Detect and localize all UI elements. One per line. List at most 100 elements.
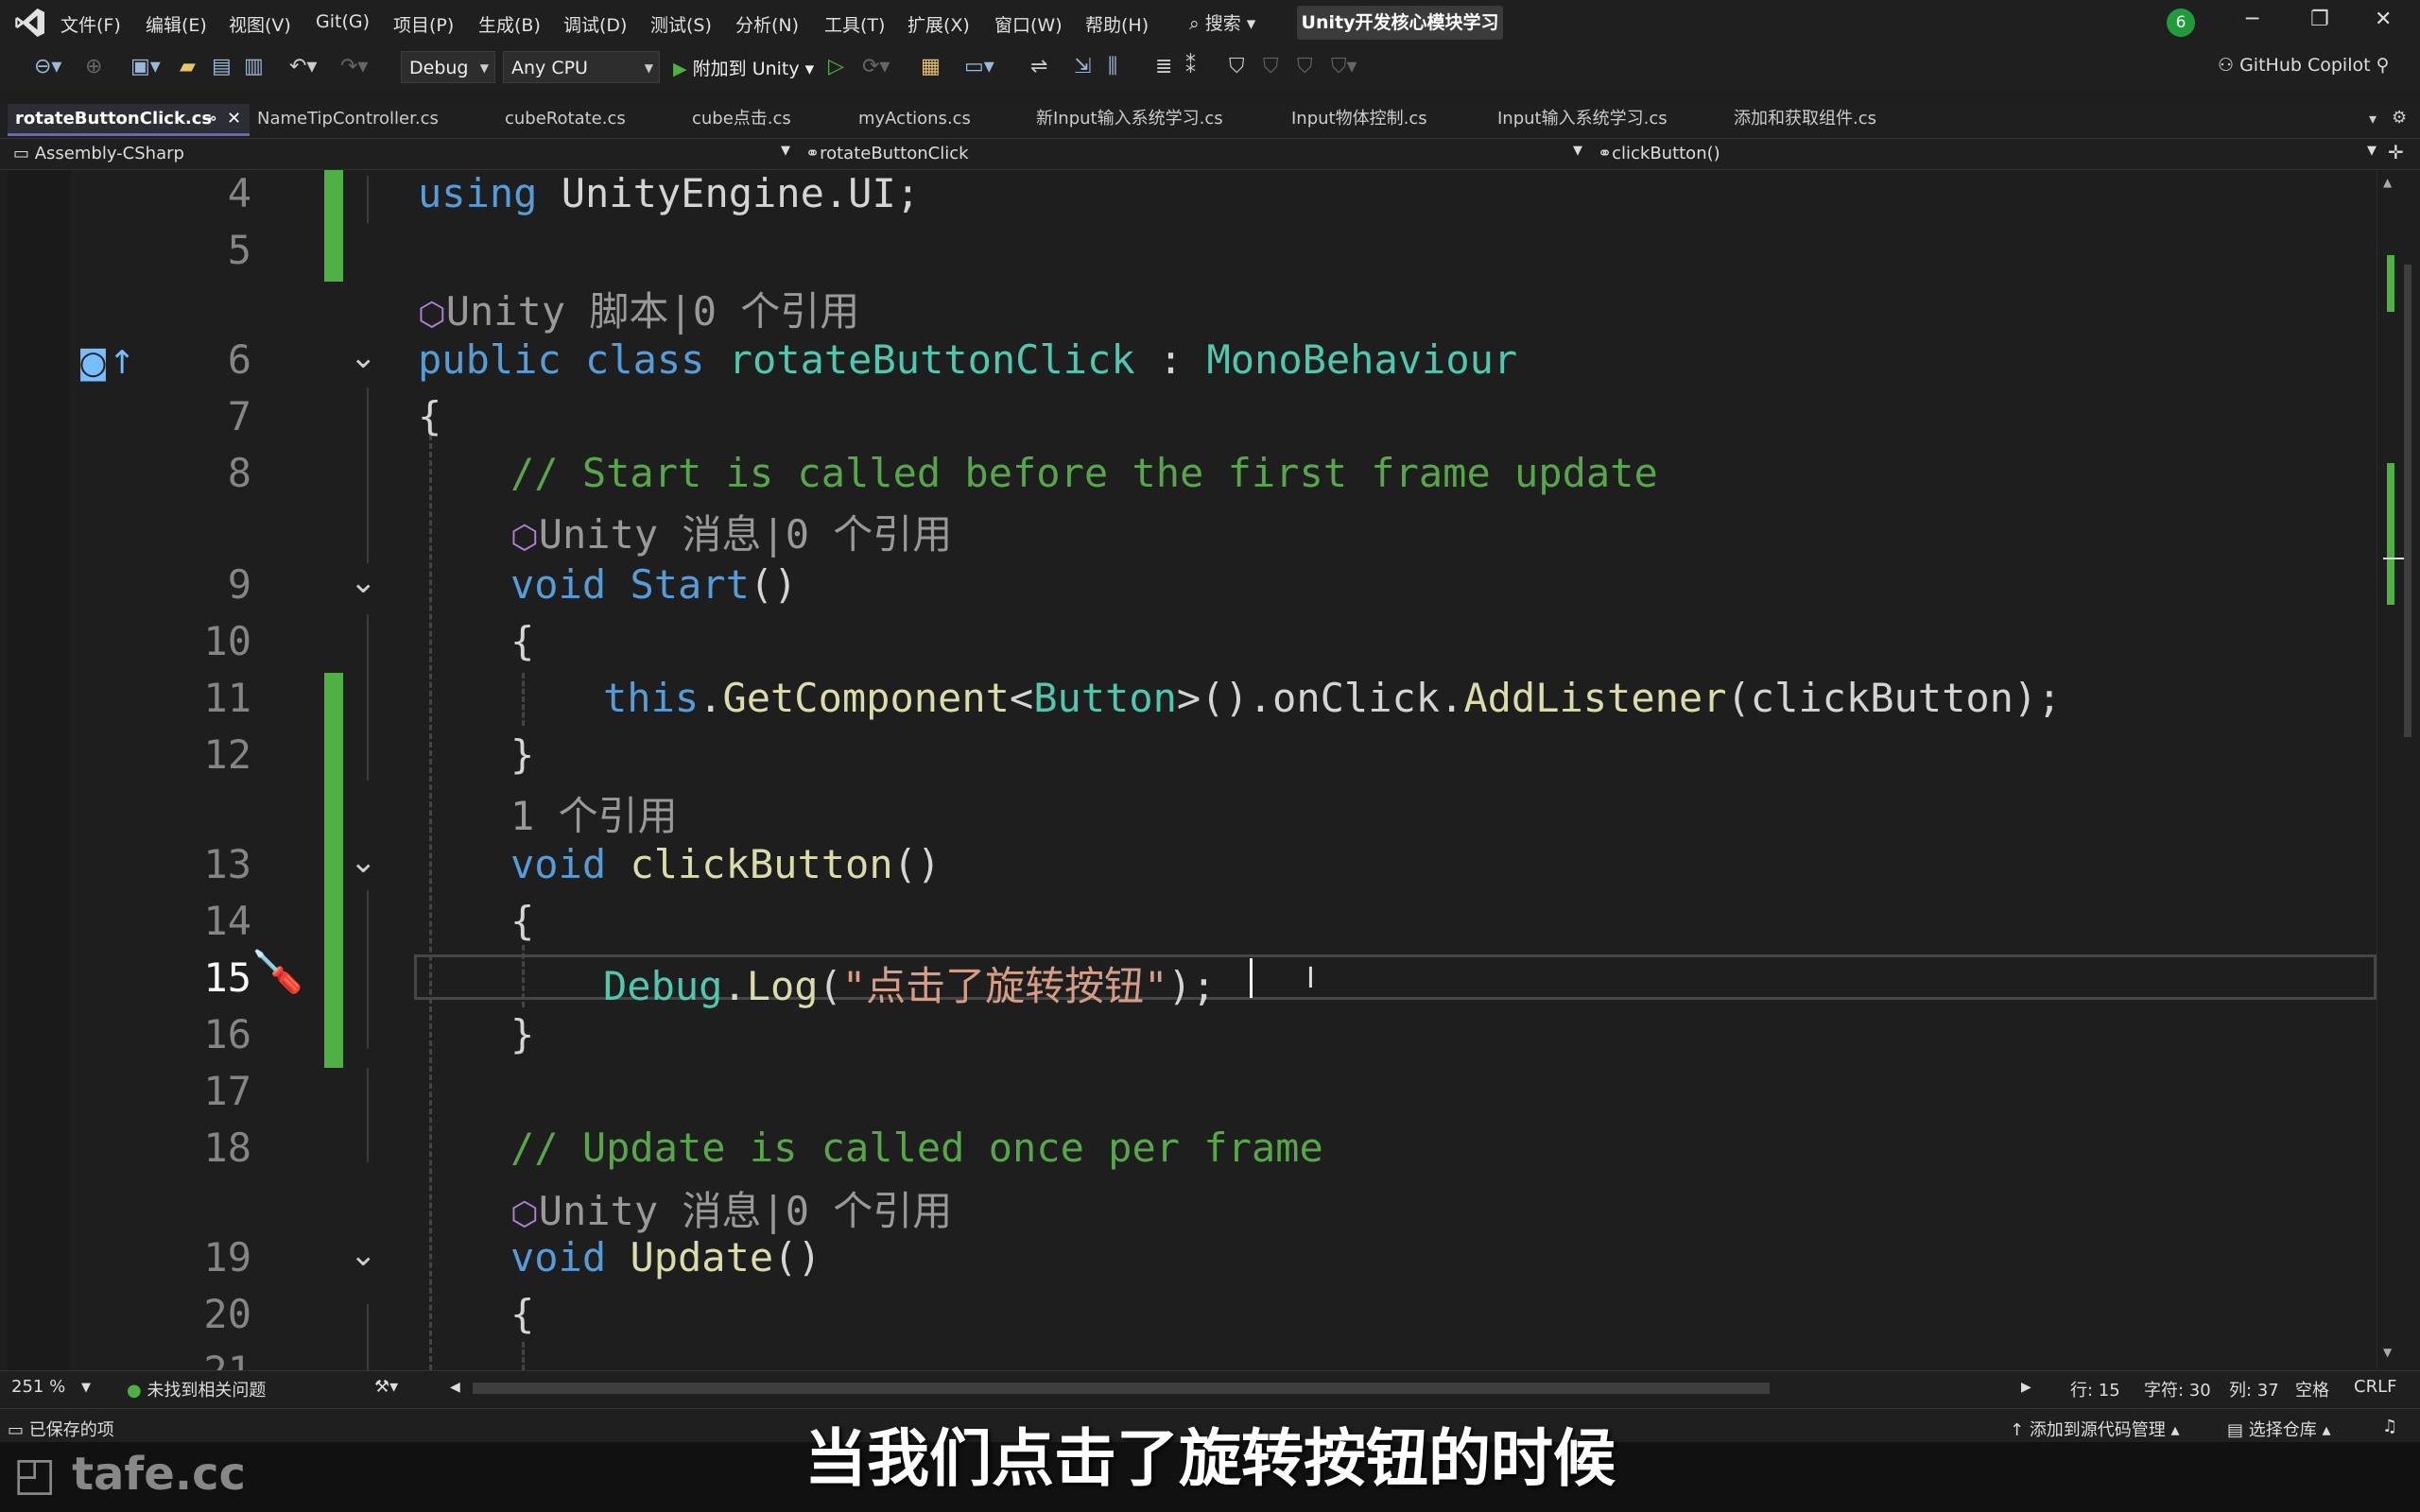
menu-debug[interactable]: 调试(D) bbox=[563, 11, 627, 37]
bookmark-prev-icon[interactable]: ⛉ bbox=[1263, 55, 1279, 78]
indent-icon[interactable]: ≣ bbox=[1155, 55, 1172, 78]
tab-cuberotate[interactable]: cubeRotate.cs bbox=[497, 104, 683, 136]
line-number: 14 bbox=[203, 898, 251, 944]
watermark-logo-icon: ◰ bbox=[13, 1448, 73, 1501]
menu-extensions[interactable]: 扩展(X) bbox=[908, 11, 970, 37]
quick-actions-icon[interactable]: 🪛 bbox=[251, 947, 303, 996]
collapse-chevron-icon[interactable]: ⌄ bbox=[350, 338, 377, 376]
close-window-icon[interactable]: ✕ bbox=[2375, 8, 2392, 31]
navigation-bar: ▭ Assembly-CSharp ▼ ⚭rotateButtonClick ▼… bbox=[0, 138, 2420, 170]
github-copilot-button[interactable]: ⚇ GitHub Copilot ⚲ bbox=[2218, 55, 2390, 76]
compare-icon[interactable]: ⇌ bbox=[1030, 55, 1047, 78]
menu-window[interactable]: 窗口(W) bbox=[994, 11, 1063, 37]
tab-list-icon[interactable]: ▾ bbox=[2369, 110, 2377, 128]
codelens-unity-script[interactable]: ⬡Unity 脚本|0 个引用 bbox=[418, 280, 859, 337]
settings-icon[interactable]: ⚙ bbox=[2392, 108, 2407, 128]
line-indicator[interactable]: 行: 15 bbox=[2070, 1377, 2120, 1401]
horizontal-scroll-thumb[interactable] bbox=[473, 1383, 1770, 1394]
implements-icon[interactable]: ◙↑ bbox=[78, 344, 135, 382]
bookmark-icon[interactable]: ⛉ bbox=[1229, 55, 1245, 78]
issues-indicator[interactable]: ● 未找到相关问题 bbox=[127, 1377, 266, 1401]
tab-input-system[interactable]: Input输入系统学习.cs bbox=[1490, 104, 1726, 136]
member-dropdown[interactable]: ⚭clickButton() bbox=[1598, 144, 1720, 163]
tab-rotatebuttonclick[interactable]: rotateButtonClick.cs ⊸ ✕ bbox=[8, 104, 250, 136]
search-box[interactable]: ⌕ 搜索 ▾ bbox=[1189, 9, 1255, 35]
menu-build[interactable]: 生成(B) bbox=[478, 11, 541, 37]
pin-icon[interactable]: ⊸ bbox=[202, 104, 216, 134]
start-without-debug-icon[interactable]: ▷ bbox=[828, 55, 844, 78]
bookmark-clear-icon[interactable]: ⛉▾ bbox=[1331, 55, 1357, 78]
tab-input-object-control[interactable]: Input物体控制.cs bbox=[1284, 104, 1490, 136]
code-line-11: this.GetComponent<Button>().onClick.AddL… bbox=[603, 675, 2062, 721]
codelens-unity-message[interactable]: ⬡Unity 消息|0 个引用 bbox=[510, 503, 952, 560]
tab-nametipcontroller[interactable]: NameTipController.cs bbox=[250, 104, 495, 136]
code-cleanup-icon[interactable]: ⚒▾ bbox=[374, 1377, 398, 1397]
restore-icon[interactable]: ❐ bbox=[2310, 8, 2329, 31]
config-dropdown[interactable]: Debug ▼ bbox=[401, 51, 495, 83]
tab-myactions[interactable]: myActions.cs bbox=[851, 104, 1027, 136]
undo-icon[interactable]: ↶▾ bbox=[289, 55, 317, 78]
chevron-down-icon: ▼ bbox=[644, 61, 653, 75]
code-line-4: using UnityEngine.UI; bbox=[418, 170, 921, 216]
menu-help[interactable]: 帮助(H) bbox=[1085, 11, 1149, 37]
bookmark-next-icon[interactable]: ⛉ bbox=[1297, 55, 1313, 78]
line-number: 8 bbox=[227, 450, 251, 496]
save-all-icon[interactable]: ▥ bbox=[244, 55, 264, 78]
solution-explorer-icon[interactable]: ▦ bbox=[921, 55, 941, 78]
tab-cube-click[interactable]: cube点击.cs bbox=[684, 104, 853, 136]
col-indicator[interactable]: 列: 37 bbox=[2229, 1377, 2279, 1401]
zoom-level[interactable]: 251 % bbox=[11, 1377, 65, 1397]
vertical-scrollbar[interactable]: ▲ ▼ bbox=[2377, 170, 2420, 1370]
save-icon[interactable]: ▤ bbox=[212, 55, 232, 78]
menu-edit[interactable]: 编辑(E) bbox=[146, 11, 207, 37]
menu-view[interactable]: 视图(V) bbox=[229, 11, 291, 37]
tab-add-get-component[interactable]: 添加和获取组件.cs bbox=[1726, 104, 1932, 136]
watermark: ◰ tafe.cc bbox=[13, 1448, 246, 1501]
forward-icon[interactable]: ⊕ bbox=[85, 55, 102, 78]
char-indicator[interactable]: 字符: 30 bbox=[2144, 1377, 2211, 1401]
collapse-chevron-icon[interactable]: ⌄ bbox=[350, 843, 377, 881]
collapse-chevron-icon[interactable]: ⌄ bbox=[350, 563, 377, 601]
step-icon[interactable]: ⇲ bbox=[1074, 55, 1091, 78]
tab-new-input-system[interactable]: 新Input输入系统学习.cs bbox=[1028, 104, 1284, 136]
hot-reload-icon[interactable]: ⟳▾ bbox=[862, 55, 890, 78]
chevron-down-icon[interactable]: ▼ bbox=[781, 144, 790, 158]
notification-badge[interactable]: 6 bbox=[2167, 9, 2195, 37]
codelens-unity-message[interactable]: ⬡Unity 消息|0 个引用 bbox=[510, 1179, 952, 1237]
codelens-references[interactable]: 1 个引用 bbox=[510, 784, 678, 842]
platform-dropdown[interactable]: Any CPU ▼ bbox=[503, 51, 660, 83]
chevron-down-icon[interactable]: ▼ bbox=[2367, 144, 2377, 158]
open-folder-icon[interactable]: ▰ bbox=[180, 55, 196, 78]
comment-icon[interactable]: ⁑ bbox=[1185, 55, 1196, 78]
redo-icon[interactable]: ↷▾ bbox=[340, 55, 368, 78]
close-icon[interactable]: ✕ bbox=[227, 104, 241, 134]
back-icon[interactable]: ⊖▾ bbox=[34, 55, 61, 78]
class-dropdown[interactable]: ⚭rotateButtonClick bbox=[805, 144, 969, 163]
menu-file[interactable]: 文件(F) bbox=[60, 11, 121, 37]
scroll-left-icon[interactable]: ◀ bbox=[450, 1380, 460, 1395]
collapse-chevron-icon[interactable]: ⌄ bbox=[350, 1236, 377, 1274]
split-icon[interactable]: ✛ bbox=[2388, 141, 2404, 163]
scroll-right-icon[interactable]: ▶ bbox=[2021, 1380, 2031, 1395]
scroll-thumb[interactable] bbox=[2404, 265, 2411, 737]
code-line-20: { bbox=[510, 1291, 535, 1337]
menu-analyze[interactable]: 分析(N) bbox=[735, 11, 799, 37]
new-item-icon[interactable]: ▣▾ bbox=[130, 55, 161, 78]
chevron-down-icon[interactable]: ▼ bbox=[81, 1381, 91, 1395]
project-dropdown[interactable]: ▭ Assembly-CSharp bbox=[13, 144, 184, 163]
solution-name: Unity开发核心模块学习 bbox=[1297, 6, 1503, 40]
line-number: 20 bbox=[203, 1291, 251, 1337]
menu-project[interactable]: 项目(P) bbox=[393, 11, 454, 37]
chevron-down-icon[interactable]: ▼ bbox=[1573, 144, 1582, 158]
minimize-icon[interactable]: ─ bbox=[2246, 8, 2258, 31]
menu-test[interactable]: 测试(S) bbox=[650, 11, 712, 37]
attach-unity-button[interactable]: ▶ 附加到 Unity ▾ bbox=[673, 55, 814, 80]
menu-tools[interactable]: 工具(T) bbox=[824, 11, 885, 37]
scroll-up-icon[interactable]: ▲ bbox=[2383, 176, 2392, 189]
whitespace-indicator[interactable]: 空格 bbox=[2295, 1377, 2329, 1401]
eol-indicator[interactable]: CRLF bbox=[2354, 1377, 2396, 1397]
layout-icon[interactable]: ▭▾ bbox=[964, 55, 994, 78]
scroll-down-icon[interactable]: ▼ bbox=[2383, 1346, 2392, 1359]
menu-git[interactable]: Git(G) bbox=[316, 11, 370, 32]
format-icon[interactable]: ⫼ bbox=[1108, 55, 1117, 78]
